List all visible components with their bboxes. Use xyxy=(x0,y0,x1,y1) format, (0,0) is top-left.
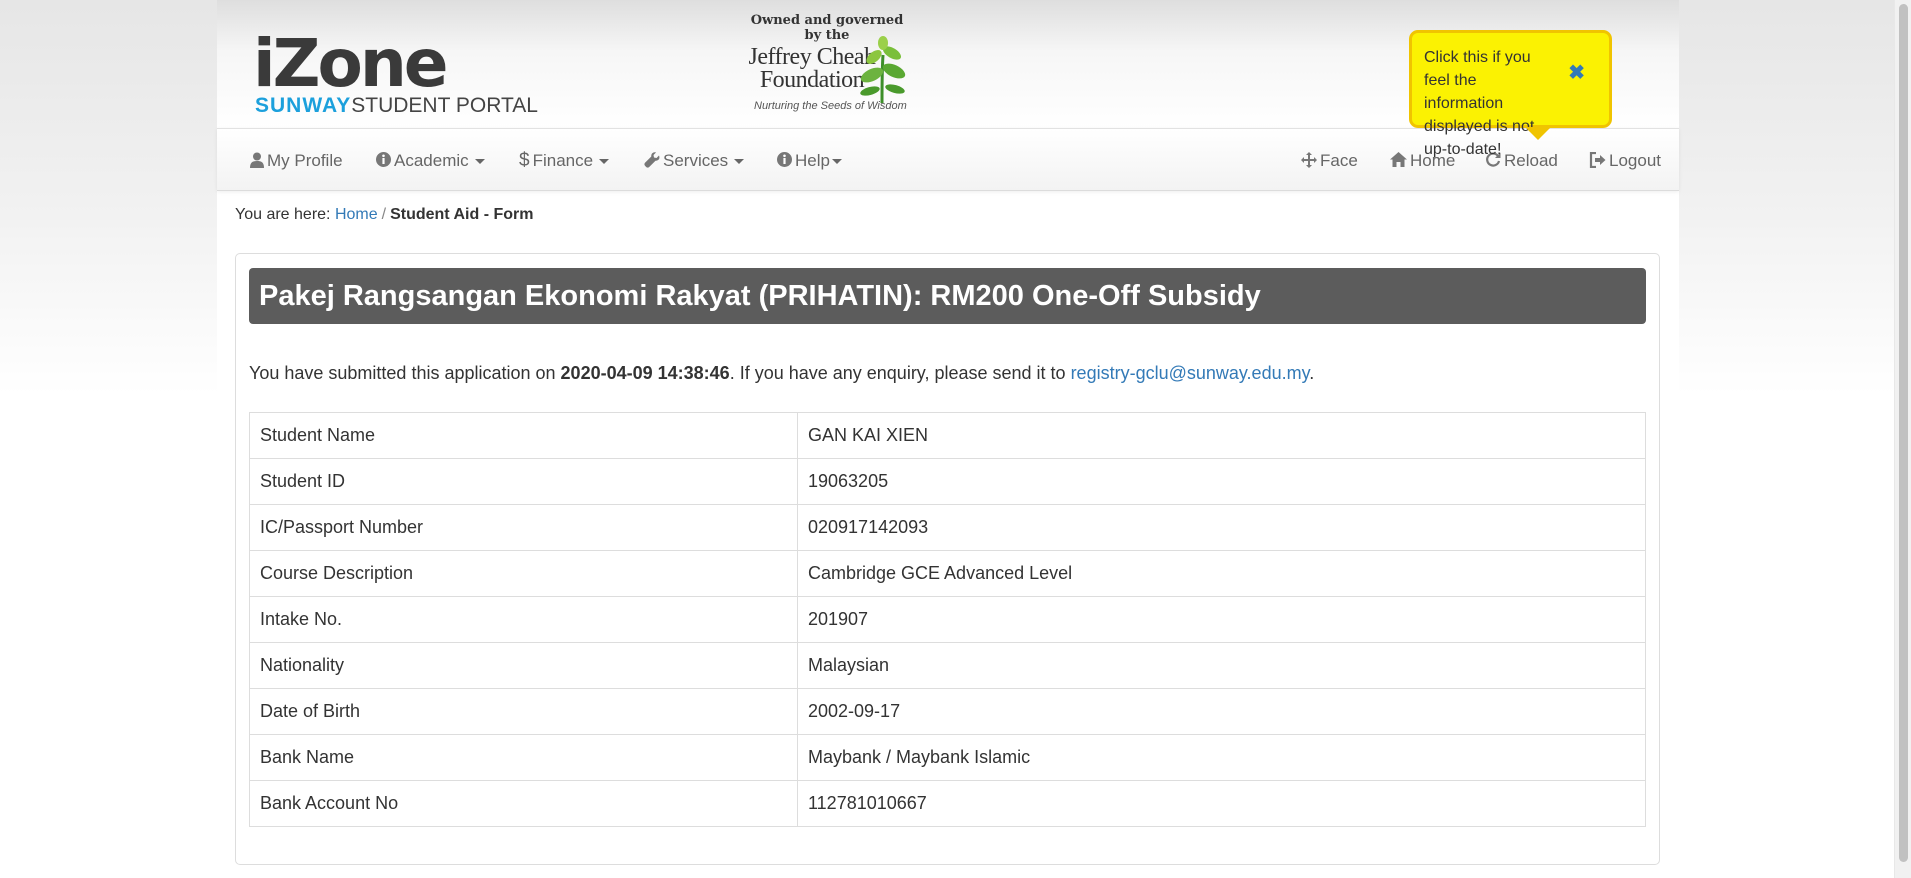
table-row: Bank Account No 112781010667 xyxy=(249,780,1646,827)
row-value: 020917142093 xyxy=(797,504,1646,551)
breadcrumb: You are here: Home / Student Aid - Form xyxy=(235,206,533,224)
logo-subtitle: SUNWAYSTUDENT PORTAL xyxy=(255,94,538,118)
student-aid-panel: Pakej Rangsangan Ekonomi Rakyat (PRIHATI… xyxy=(235,253,1660,865)
logo-sunway-text: SUNWAY xyxy=(255,94,352,117)
dollar-icon: $ xyxy=(519,150,530,172)
nav-academic[interactable]: Academic xyxy=(376,129,485,192)
student-info-table: Student Name GAN KAI XIEN Student ID 19063… xyxy=(249,412,1646,827)
scrollbar-thumb[interactable] xyxy=(1899,4,1908,862)
chevron-down-icon xyxy=(474,159,485,165)
nav-finance[interactable]: $ Finance xyxy=(519,129,610,192)
close-icon[interactable]: ✖ xyxy=(1568,62,1585,85)
nav-face[interactable]: Face xyxy=(1301,129,1358,192)
home-icon xyxy=(1390,152,1407,168)
breadcrumb-prefix: You are here: xyxy=(235,206,331,223)
table-row: Student Name GAN KAI XIEN xyxy=(249,412,1646,459)
vertical-scrollbar[interactable] xyxy=(1894,0,1911,878)
row-value: 19063205 xyxy=(797,458,1646,505)
row-label: Nationality xyxy=(249,642,798,689)
enquiry-email-link[interactable]: registry-gclu@sunway.edu.my xyxy=(1071,363,1310,383)
nav-my-profile[interactable]: My Profile xyxy=(250,129,343,192)
nav-my-profile-label: My Profile xyxy=(267,151,343,170)
table-row: Course Description Cambridge GCE Advanced… xyxy=(249,550,1646,597)
logo-portal-text: STUDENT PORTAL xyxy=(351,94,538,117)
user-icon xyxy=(250,152,264,168)
row-label: Bank Name xyxy=(249,734,798,781)
row-value: 112781010667 xyxy=(797,780,1646,827)
row-label: Bank Account No xyxy=(249,780,798,827)
table-row: Date of Birth 2002-09-17 xyxy=(249,688,1646,735)
row-label: Student Name xyxy=(249,412,798,459)
nav-reload-label: Reload xyxy=(1504,151,1558,170)
nav-help-label: Help xyxy=(795,151,830,170)
jcf-logo: Owned and governed by the Jeffrey Cheah … xyxy=(742,13,962,118)
table-row: Intake No. 201907 xyxy=(249,596,1646,643)
page-title: Pakej Rangsangan Ekonomi Rakyat (PRIHATI… xyxy=(249,268,1646,324)
submission-prefix: You have submitted this application on xyxy=(249,363,561,383)
table-row: Nationality Malaysian xyxy=(249,642,1646,689)
nav-services[interactable]: Services xyxy=(644,129,745,192)
logo-izone-text: iZone xyxy=(253,25,449,102)
row-value: GAN KAI XIEN xyxy=(797,412,1646,459)
jcf-tagline: Nurturing the Seeds of Wisdom xyxy=(754,100,907,112)
chevron-down-icon xyxy=(734,159,745,165)
table-row: Bank Name Maybank / Maybank Islamic xyxy=(249,734,1646,781)
row-label: Intake No. xyxy=(249,596,798,643)
info-circle-icon xyxy=(777,152,792,168)
move-icon xyxy=(1301,151,1317,168)
chevron-down-icon xyxy=(599,159,610,165)
row-label: Course Description xyxy=(249,550,798,597)
nav-help[interactable]: Help xyxy=(777,129,842,192)
chevron-down-icon xyxy=(831,159,842,165)
nav-finance-label: Finance xyxy=(532,151,594,170)
breadcrumb-current: Student Aid - Form xyxy=(390,206,534,223)
row-label: Student ID xyxy=(249,458,798,505)
row-value: 201907 xyxy=(797,596,1646,643)
table-row: Student ID 19063205 xyxy=(249,458,1646,505)
submission-suffix: . xyxy=(1309,363,1315,383)
logout-icon xyxy=(1589,151,1606,168)
submission-datetime: 2020-04-09 14:38:46 xyxy=(560,363,730,383)
submission-notice: You have submitted this application on 2… xyxy=(249,363,1314,384)
nav-face-label: Face xyxy=(1320,151,1358,170)
izone-logo[interactable]: iZone SUNWAYSTUDENT PORTAL xyxy=(253,25,538,120)
nav-logout-label: Logout xyxy=(1609,151,1661,170)
row-value: Malaysian xyxy=(797,642,1646,689)
wrench-icon xyxy=(644,151,660,168)
row-value: Cambridge GCE Advanced Level xyxy=(797,550,1646,597)
info-circle-icon xyxy=(376,152,391,168)
table-row: IC/Passport Number 020917142093 xyxy=(249,504,1646,551)
row-label: IC/Passport Number xyxy=(249,504,798,551)
plant-icon xyxy=(860,36,906,104)
row-value: Maybank / Maybank Islamic xyxy=(797,734,1646,781)
nav-academic-label: Academic xyxy=(394,151,469,170)
breadcrumb-separator: / xyxy=(381,206,387,223)
row-value: 2002-09-17 xyxy=(797,688,1646,735)
nav-logout[interactable]: Logout xyxy=(1589,129,1661,192)
row-label: Date of Birth xyxy=(249,688,798,735)
breadcrumb-home-link[interactable]: Home xyxy=(335,206,378,223)
page: iZone SUNWAYSTUDENT PORTAL Owned and gov… xyxy=(217,0,1679,878)
submission-middle: . If you have any enquiry, please send i… xyxy=(729,363,1071,383)
nav-services-label: Services xyxy=(663,151,729,170)
outdated-info-tooltip[interactable]: Click this if you feel the information d… xyxy=(1409,30,1612,158)
